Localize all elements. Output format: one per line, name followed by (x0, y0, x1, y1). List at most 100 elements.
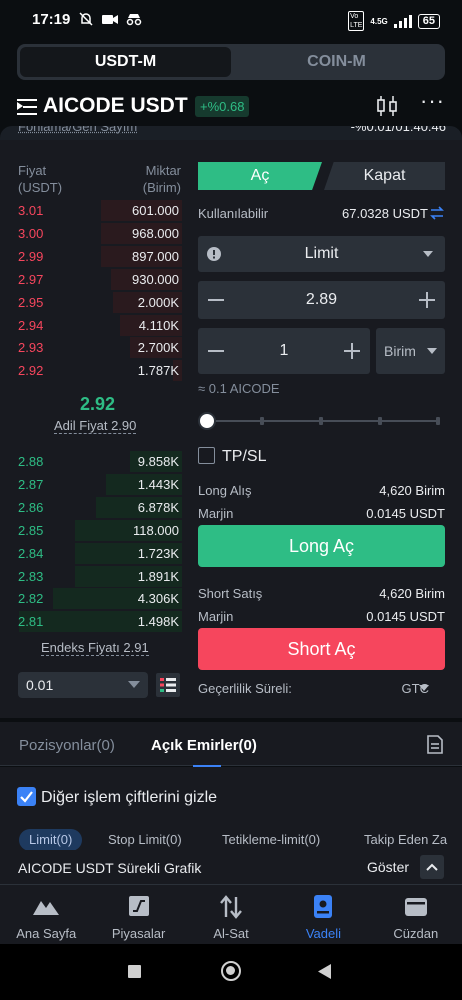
ask-price: 2.93 (18, 340, 44, 356)
network-type: 4.5G (370, 16, 388, 26)
status-time: 17:19 (32, 11, 71, 28)
slider-tick[interactable] (378, 417, 382, 425)
notification-icons (79, 12, 142, 26)
candlestick-chart-icon[interactable] (376, 96, 398, 116)
nav-trade[interactable]: Al-Sat (185, 885, 277, 944)
bid-row[interactable]: 2.85 118.000 (10, 519, 182, 541)
show-chart-label[interactable]: Göster (367, 859, 409, 875)
long-margin-value: 0.0145 USDT (366, 506, 445, 521)
nav-wallet[interactable]: Cüzdan (370, 885, 462, 944)
ask-quantity: 897.000 (132, 248, 179, 264)
status-icons (78, 11, 164, 30)
chart-bar[interactable]: AICODE USDT Sürekli Grafik Göster (0, 850, 462, 884)
funding-value: -%0.01/01:40:46 (350, 126, 446, 134)
bid-price: 2.86 (18, 499, 44, 515)
price-input[interactable]: 2.89 (198, 281, 445, 319)
orders-tabs: Pozisyonlar(0) Açık Emirler(0) (0, 718, 462, 768)
markets-icon (128, 896, 149, 916)
pair-title[interactable]: AICODE USDT (43, 94, 188, 118)
nav-futures[interactable]: Vadeli (277, 885, 369, 944)
more-options-icon[interactable]: ··· (420, 88, 445, 114)
transfer-icon[interactable] (430, 206, 444, 220)
fair-price[interactable]: Adil Fiyat 2.90 (54, 418, 137, 434)
approx-amount: ≈ 0.1 AICODE (198, 381, 280, 396)
tpsl-label[interactable]: TP/SL (222, 448, 266, 466)
order-history-icon[interactable] (427, 735, 443, 754)
hide-other-pairs-label[interactable]: Diğer işlem çiftlerini gizle (41, 789, 217, 807)
bid-row[interactable]: 2.87 1.443K (10, 473, 182, 495)
bid-quantity: 118.000 (132, 522, 179, 538)
check-icon (20, 791, 33, 803)
recent-apps-button[interactable] (128, 965, 141, 978)
ask-quantity: 1.787K (137, 363, 179, 379)
bid-row[interactable]: 2.83 1.891K (10, 565, 182, 587)
validity-label: Geçerlilik Süreli: (198, 681, 292, 696)
bid-price: 2.88 (18, 454, 44, 469)
bid-row[interactable]: 2.86 6.878K (10, 496, 182, 518)
unit-select[interactable]: Birim (376, 328, 445, 374)
hide-other-pairs-checkbox[interactable] (17, 787, 36, 806)
chart-bar-title: AICODE USDT Sürekli Grafik (18, 860, 202, 876)
filter-stop-limit[interactable]: Stop Limit(0) (108, 829, 182, 851)
expand-chart-button[interactable] (420, 855, 444, 879)
slider-handle[interactable] (198, 412, 216, 430)
bid-row[interactable]: 2.88 9.858K (10, 450, 182, 472)
bid-quantity: 9.858K (137, 454, 179, 469)
chevron-down-icon (427, 348, 437, 354)
tpsl-checkbox[interactable] (198, 447, 215, 464)
price-value[interactable]: 2.89 (198, 291, 445, 309)
filter-trigger-limit[interactable]: Tetikleme-limit(0) (222, 829, 320, 851)
ask-row[interactable]: 2.97 930.000 (10, 268, 182, 290)
nav-markets[interactable]: Piyasalar (92, 885, 184, 944)
tab-open[interactable]: Aç (198, 162, 322, 190)
bid-row[interactable]: 2.84 1.723K (10, 542, 182, 564)
order-type-select[interactable]: Limit (198, 236, 445, 272)
ask-row[interactable]: 2.92 1.787K (10, 359, 182, 382)
available-label: Kullanılabilir (198, 206, 269, 221)
usdt-m-tab[interactable]: USDT-M (20, 47, 231, 77)
long-value: 4,620 Birim (379, 483, 445, 498)
battery-indicator: 65 (417, 13, 440, 29)
short-label: Short Satış (198, 586, 263, 601)
precision-select[interactable]: 0.01 (18, 672, 148, 698)
tab-open-orders[interactable]: Açık Emirler(0) (151, 737, 257, 754)
bid-price: 2.87 (18, 476, 44, 492)
price-column-header: Fiyat (USDT) (18, 163, 63, 195)
short-margin-value: 0.0145 USDT (366, 609, 445, 624)
slider-tick[interactable] (436, 417, 440, 425)
bottom-navigation: Ana Sayfa Piyasalar Al-Sat Vadeli Cüzdan (0, 884, 462, 944)
slider-tick[interactable] (319, 417, 323, 425)
ask-row[interactable]: 3.00 968.000 (10, 222, 182, 244)
quantity-input[interactable]: 1 (198, 328, 370, 374)
ask-row[interactable]: 2.94 4.110K (10, 314, 182, 336)
coin-m-tab[interactable]: COIN-M (231, 47, 442, 77)
order-type-value: Limit (304, 245, 339, 262)
ask-row[interactable]: 2.99 897.000 (10, 245, 182, 267)
ask-row[interactable]: 3.01 601.000 (10, 199, 182, 221)
home-button[interactable] (221, 961, 241, 981)
ask-row[interactable]: 2.95 2.000K (10, 291, 182, 313)
nav-home[interactable]: Ana Sayfa (0, 885, 92, 944)
slider-tick[interactable] (260, 417, 264, 425)
book-view-icon[interactable] (156, 673, 180, 697)
filter-trailing[interactable]: Takip Eden Za (364, 829, 462, 851)
ask-row[interactable]: 2.93 2.700K (10, 336, 182, 359)
bid-row[interactable]: 2.81 1.498K (10, 610, 182, 633)
filter-limit[interactable]: Limit(0) (19, 829, 83, 851)
tab-positions[interactable]: Pozisyonlar(0) (19, 737, 115, 754)
tab-close[interactable]: Kapat (324, 162, 445, 190)
ask-quantity: 930.000 (132, 271, 179, 287)
price-change-badge: +%0.68 (195, 96, 250, 117)
last-price: 2.92 (80, 394, 116, 414)
back-button[interactable] (318, 964, 332, 979)
bid-price: 2.84 (18, 545, 44, 561)
pair-menu-icon[interactable] (17, 98, 37, 116)
amount-slider[interactable] (198, 412, 440, 430)
short-value: 4,620 Birim (379, 586, 445, 601)
bid-quantity: 1.723K (137, 545, 179, 561)
open-short-button[interactable]: Short Aç (198, 628, 445, 670)
bid-row[interactable]: 2.82 4.306K (10, 587, 182, 610)
open-long-button[interactable]: Long Aç (198, 525, 445, 567)
bid-quantity: 1.498K (137, 614, 179, 630)
index-price[interactable]: Endeks Fiyatı 2.91 (41, 640, 149, 656)
